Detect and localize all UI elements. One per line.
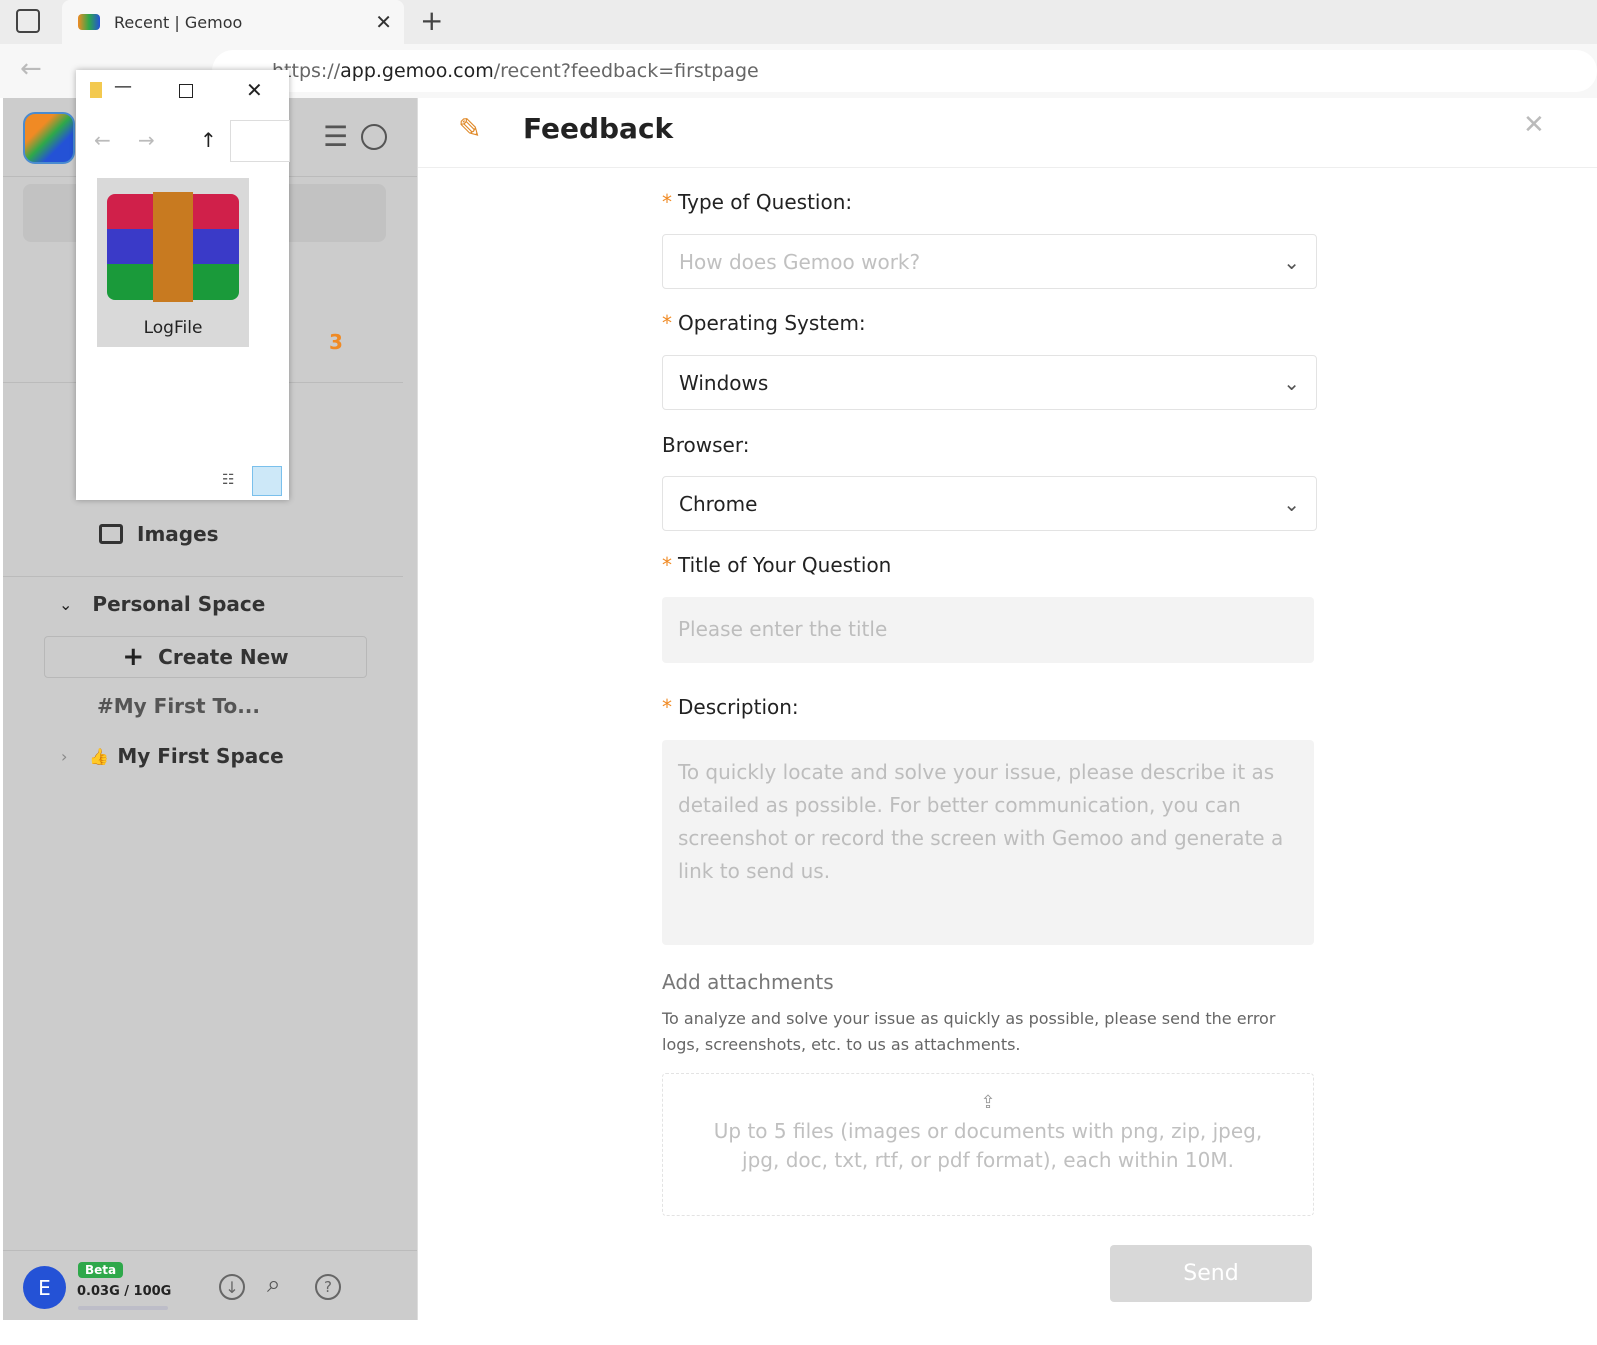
forward-icon[interactable]: →: [138, 128, 155, 152]
type-label: * Type of Question:: [662, 190, 853, 214]
personal-space-header[interactable]: ⌄ Personal Space: [59, 592, 265, 616]
send-button[interactable]: Send: [1110, 1245, 1312, 1302]
tab-recent-gemoo[interactable]: Recent | Gemoo ✕: [62, 0, 404, 44]
description-textarea[interactable]: To quickly locate and solve your issue, …: [662, 740, 1314, 945]
folder-icon: [90, 82, 102, 98]
url-path: /recent?feedback=firstpage: [493, 60, 759, 82]
help-icon[interactable]: ?: [315, 1274, 341, 1300]
new-tab-icon[interactable]: +: [420, 4, 443, 37]
file-name: LogFile: [143, 318, 203, 338]
storage-bar: [78, 1306, 168, 1310]
search-icon[interactable]: ⌕: [267, 1270, 280, 1298]
up-icon[interactable]: ↑: [200, 128, 217, 152]
image-icon: [99, 524, 123, 544]
sidebar-toggle-icon[interactable]: [16, 9, 40, 33]
minimize-button[interactable]: —: [114, 76, 132, 97]
storage-usage: 0.03G / 100G: [77, 1284, 172, 1299]
attachments-help: To analyze and solve your issue as quick…: [662, 1009, 1276, 1054]
collapse-icon[interactable]: [361, 124, 387, 150]
tab-bar: Recent | Gemoo ✕ +: [0, 0, 1597, 44]
details-view-icon[interactable]: ☷: [222, 472, 235, 488]
chevron-down-icon: ⌄: [1283, 370, 1300, 395]
sidebar-item-images[interactable]: Images: [99, 522, 219, 546]
back-icon[interactable]: ←: [20, 54, 42, 84]
close-tab-icon[interactable]: ✕: [375, 10, 392, 34]
tab-title: Recent | Gemoo: [114, 12, 243, 32]
title-label: * Title of Your Question: [662, 553, 892, 577]
notification-count: 3: [329, 330, 343, 354]
chevron-down-icon: ⌄: [1283, 249, 1300, 274]
space-item[interactable]: › 👍 My First Space: [61, 744, 284, 768]
os-label: * Operating System:: [662, 311, 866, 335]
upload-text: Up to 5 files (images or documents with …: [713, 1119, 1263, 1172]
archive-strap: [153, 192, 193, 302]
url-host: app.gemoo.com: [340, 60, 494, 82]
upload-icon: ⇪: [980, 1092, 996, 1113]
menu-icon[interactable]: ☰: [323, 120, 348, 153]
os-select[interactable]: Windows ⌄: [662, 355, 1317, 410]
title-input[interactable]: Please enter the title: [662, 597, 1314, 663]
type-select[interactable]: How does Gemoo work? ⌄: [662, 234, 1317, 289]
gemoo-favicon-icon: [78, 14, 100, 30]
dialog-header: ✎ Feedback ✕: [418, 98, 1597, 168]
attachments-label: Add attachments: [662, 970, 834, 994]
chevron-right-icon[interactable]: ›: [61, 747, 67, 766]
close-window-button[interactable]: ✕: [246, 78, 263, 102]
images-label: Images: [137, 522, 219, 546]
chevron-down-icon: ⌄: [59, 594, 73, 614]
file-explorer-window[interactable]: — ✕ ← → ↑ LogFile ☷: [76, 70, 290, 500]
chevron-down-icon: ⌄: [1283, 491, 1300, 516]
large-icons-view-icon[interactable]: [252, 466, 282, 496]
description-label: * Description:: [662, 695, 799, 719]
personal-space-label: Personal Space: [92, 592, 266, 616]
path-bar[interactable]: [230, 120, 290, 162]
pencil-icon: ✎: [458, 112, 482, 145]
gemoo-logo[interactable]: [23, 112, 75, 164]
feedback-dialog: ✎ Feedback ✕ * Type of Question: How does…: [417, 98, 1597, 1320]
beta-badge: Beta: [78, 1262, 124, 1278]
dialog-title: Feedback: [523, 112, 674, 145]
url-field[interactable]: https://app.gemoo.com/recent?feedback=fi…: [212, 50, 1597, 92]
avatar[interactable]: E: [23, 1266, 66, 1309]
file-item[interactable]: LogFile: [97, 178, 249, 347]
thumbs-up-icon: 👍: [89, 746, 110, 766]
upload-dropzone[interactable]: ⇪ Up to 5 files (images or documents wit…: [662, 1073, 1314, 1216]
back-icon[interactable]: ←: [94, 128, 111, 152]
browser-label: Browser:: [662, 433, 750, 457]
browser-select[interactable]: Chrome ⌄: [662, 476, 1317, 531]
space-item[interactable]: #My First To...: [97, 694, 260, 718]
create-new-button[interactable]: + Create New: [44, 636, 367, 678]
plus-icon: +: [122, 642, 145, 672]
maximize-button[interactable]: [179, 84, 193, 98]
create-new-label: Create New: [158, 645, 289, 669]
space-label: My First Space: [117, 744, 284, 768]
close-dialog-icon[interactable]: ✕: [1523, 110, 1545, 140]
download-icon[interactable]: ↓: [219, 1274, 245, 1300]
